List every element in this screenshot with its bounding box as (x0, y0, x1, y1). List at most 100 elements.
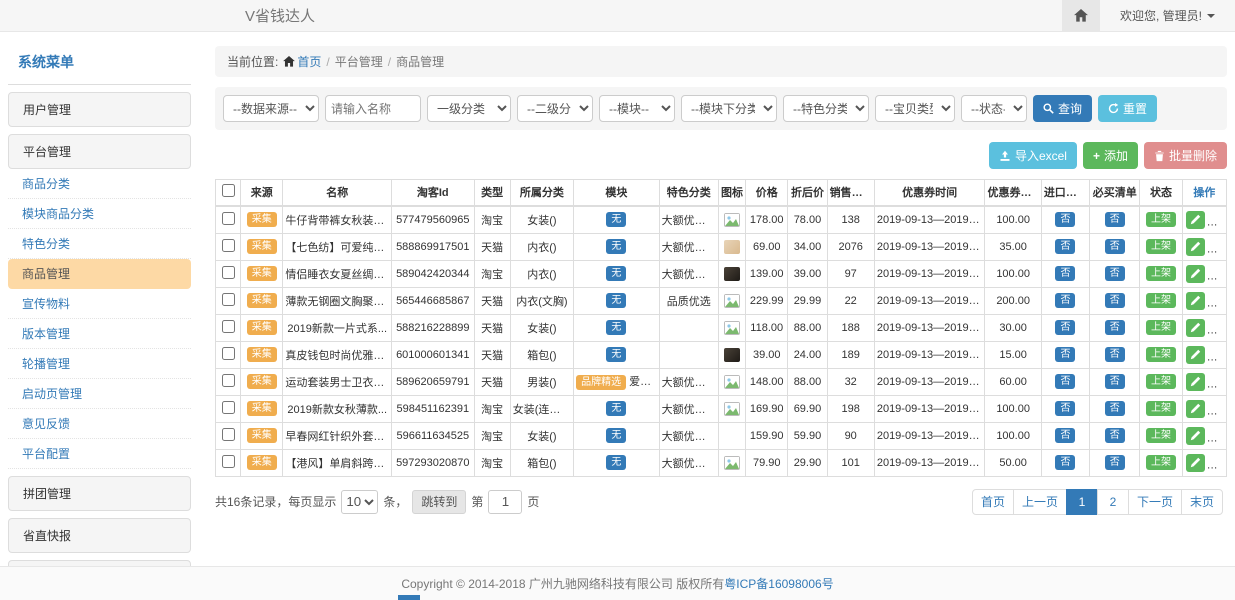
edit-button[interactable] (1186, 238, 1205, 256)
sidebar-item-意见反馈[interactable]: 意见反馈 (8, 409, 191, 439)
filter-input-product-name[interactable] (325, 95, 421, 122)
filter-select-module[interactable]: --模块-- (599, 95, 675, 122)
status-badge[interactable]: 上架 (1146, 320, 1176, 335)
edit-button[interactable] (1186, 400, 1205, 418)
filter-select-item-type[interactable]: --宝贝类型-- (875, 95, 955, 122)
search-button[interactable]: 查询 (1033, 95, 1092, 122)
filter-select-module-subcategory[interactable]: --模块下分类-- (681, 95, 777, 122)
status-badge[interactable]: 上架 (1146, 266, 1176, 281)
edit-icon (1190, 403, 1201, 414)
import-choice-badge[interactable]: 否 (1055, 212, 1075, 227)
status-badge[interactable]: 上架 (1146, 428, 1176, 443)
import-choice-badge[interactable]: 否 (1055, 401, 1075, 416)
per-page-select[interactable]: 10 (341, 490, 378, 514)
must-buy-badge[interactable]: 否 (1105, 455, 1125, 470)
home-button[interactable] (1062, 0, 1100, 31)
row-checkbox[interactable] (222, 428, 235, 441)
sidebar-item-商品分类[interactable]: 商品分类 (8, 169, 191, 199)
page-button-2[interactable]: 2 (1097, 489, 1129, 515)
must-buy-badge[interactable]: 否 (1105, 239, 1125, 254)
sidebar-item-特色分类[interactable]: 特色分类 (8, 229, 191, 259)
import-choice-badge[interactable]: 否 (1055, 374, 1075, 389)
import-choice-badge[interactable]: 否 (1055, 455, 1075, 470)
row-checkbox[interactable] (222, 347, 235, 360)
add-button[interactable]: + 添加 (1083, 142, 1138, 169)
page-number-input[interactable] (488, 490, 522, 514)
edit-button[interactable] (1186, 454, 1205, 472)
edit-button[interactable] (1186, 265, 1205, 283)
sidebar-item-用户管理[interactable]: 用户管理 (8, 92, 191, 127)
sidebar-item-模块商品分类[interactable]: 模块商品分类 (8, 199, 191, 229)
edit-button[interactable] (1186, 373, 1205, 391)
import-excel-button[interactable]: 导入excel (989, 142, 1077, 169)
status-badge[interactable]: 上架 (1146, 374, 1176, 389)
row-checkbox[interactable] (222, 239, 235, 252)
filter-select-level1-category[interactable]: 一级分类 (427, 95, 511, 122)
breadcrumb-home-link[interactable]: 首页 (283, 53, 321, 70)
page-button-下一页[interactable]: 下一页 (1128, 489, 1182, 515)
filter-select-level2-category[interactable]: --二级分类-- (517, 95, 593, 122)
import-choice-badge[interactable]: 否 (1055, 266, 1075, 281)
page-button-末页[interactable]: 末页 (1181, 489, 1223, 515)
must-buy-badge[interactable]: 否 (1105, 428, 1125, 443)
batch-delete-button[interactable]: 批量删除 (1144, 142, 1227, 169)
status-badge[interactable]: 上架 (1146, 455, 1176, 470)
must-buy-badge[interactable]: 否 (1105, 320, 1125, 335)
status-badge[interactable]: 上架 (1146, 347, 1176, 362)
page-button-首页[interactable]: 首页 (972, 489, 1014, 515)
breadcrumb-item-platform[interactable]: 平台管理 (335, 53, 383, 70)
filter-select-status[interactable]: --状态-- (961, 95, 1027, 122)
sidebar-item-轮播管理[interactable]: 轮播管理 (8, 349, 191, 379)
import-choice-badge[interactable]: 否 (1055, 320, 1075, 335)
user-menu[interactable]: 欢迎您, 管理员! (1100, 7, 1235, 24)
sidebar-item-宣传物料[interactable]: 宣传物料 (8, 289, 191, 319)
column-header-类型: 类型 (474, 180, 510, 206)
page-button-上一页[interactable]: 上一页 (1013, 489, 1067, 515)
row-checkbox[interactable] (222, 320, 235, 333)
sidebar-item-商品管理[interactable]: 商品管理 (8, 259, 191, 289)
row-checkbox[interactable] (222, 212, 235, 225)
jump-button[interactable]: 跳转到 (412, 490, 466, 514)
import-choice-badge[interactable]: 否 (1055, 347, 1075, 362)
edit-button[interactable] (1186, 346, 1205, 364)
status-badge[interactable]: 上架 (1146, 401, 1176, 416)
import-choice-badge[interactable]: 否 (1055, 428, 1075, 443)
row-checkbox[interactable] (222, 293, 235, 306)
edit-button[interactable] (1186, 319, 1205, 337)
must-buy-badge[interactable]: 否 (1105, 212, 1125, 227)
sidebar-item-省直快报[interactable]: 省直快报 (8, 518, 191, 553)
sidebar-item-平台管理[interactable]: 平台管理 (8, 134, 191, 169)
sidebar-item-平台配置[interactable]: 平台配置 (8, 439, 191, 469)
cell-module: 无 (574, 341, 660, 368)
cell-coupon-time: 2019-09-13—2019-09-18 (874, 449, 985, 476)
row-checkbox[interactable] (222, 374, 235, 387)
row-checkbox[interactable] (222, 455, 235, 468)
reset-button[interactable]: 重置 (1098, 95, 1157, 122)
must-buy-badge[interactable]: 否 (1105, 401, 1125, 416)
import-choice-badge[interactable]: 否 (1055, 239, 1075, 254)
edit-button[interactable] (1186, 211, 1205, 229)
edit-button[interactable] (1186, 427, 1205, 445)
filter-select-special-category[interactable]: --特色分类-- (783, 95, 869, 122)
must-buy-badge[interactable]: 否 (1105, 293, 1125, 308)
must-buy-badge[interactable]: 否 (1105, 266, 1125, 281)
page-button-1[interactable]: 1 (1066, 489, 1098, 515)
sidebar-item-拼团管理[interactable]: 拼团管理 (8, 476, 191, 511)
cell-category: 箱包() (510, 449, 573, 476)
source-badge: 采集 (247, 401, 277, 416)
filter-select-data-source[interactable]: --数据来源-- (223, 95, 319, 122)
must-buy-badge[interactable]: 否 (1105, 347, 1125, 362)
sidebar-item-版本管理[interactable]: 版本管理 (8, 319, 191, 349)
status-badge[interactable]: 上架 (1146, 293, 1176, 308)
row-checkbox[interactable] (222, 401, 235, 414)
cell-module: 无 (574, 206, 660, 234)
sidebar-item-启动页管理[interactable]: 启动页管理 (8, 379, 191, 409)
row-checkbox[interactable] (222, 266, 235, 279)
must-buy-badge[interactable]: 否 (1105, 374, 1125, 389)
edit-button[interactable] (1186, 292, 1205, 310)
import-choice-badge[interactable]: 否 (1055, 293, 1075, 308)
status-badge[interactable]: 上架 (1146, 239, 1176, 254)
status-badge[interactable]: 上架 (1146, 212, 1176, 227)
icp-link[interactable]: 粤ICP备16098006号 (724, 575, 833, 592)
select-all-checkbox[interactable] (222, 184, 235, 197)
